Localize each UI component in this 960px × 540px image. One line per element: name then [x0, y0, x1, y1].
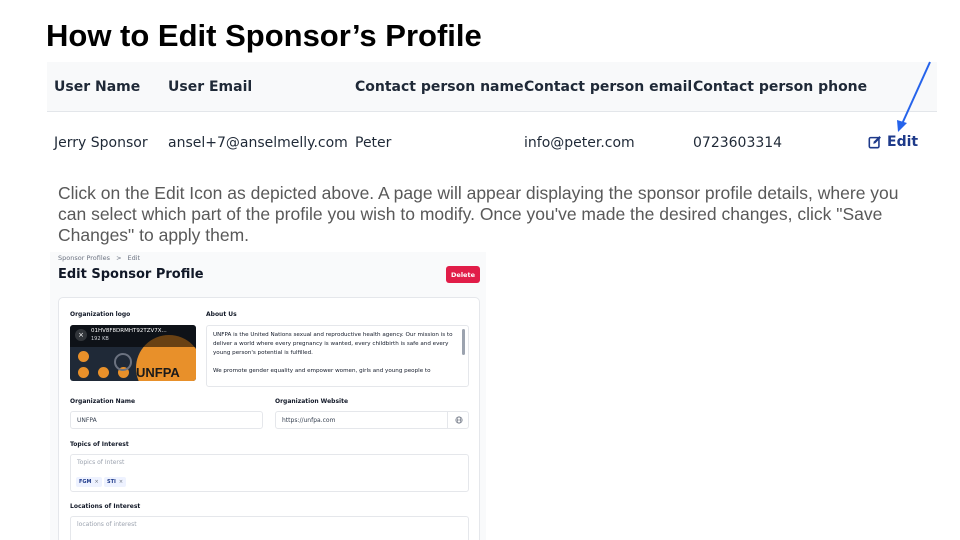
header-contact-email: Contact person email [524, 79, 693, 95]
org-name-value: UNFPA [77, 416, 97, 424]
org-name-input[interactable]: UNFPA [70, 411, 263, 429]
org-website-value: https://unfpa.com [282, 416, 336, 424]
header-user-email: User Email [168, 79, 253, 95]
un-emblem-icon [114, 353, 132, 371]
edit-icon [868, 136, 881, 149]
remove-chip-icon[interactable]: × [119, 479, 123, 485]
delete-button[interactable]: Delete [446, 266, 480, 283]
profile-form: Organization logo UNFPA × 01HV8F8DRMHT92… [58, 297, 480, 540]
slide-title: How to Edit Sponsor’s Profile [46, 18, 482, 53]
about-label: About Us [206, 311, 237, 318]
edit-profile-screenshot: Sponsor Profiles > Edit Edit Sponsor Pro… [50, 252, 486, 540]
instructions-text: Click on the Edit Icon as depicted above… [58, 183, 899, 245]
header-contact-name: Contact person name [355, 79, 524, 95]
logo-text: UNFPA [136, 365, 180, 380]
about-paragraph-2: We promote gender equality and empower w… [213, 368, 431, 374]
org-name-label: Organization Name [70, 398, 136, 405]
cell-user-name: Jerry Sponsor [54, 135, 148, 151]
globe-icon [447, 412, 469, 428]
topics-label: Topics of Interest [70, 441, 129, 448]
breadcrumb-separator-icon: > [116, 254, 122, 262]
breadcrumb: Sponsor Profiles > Edit [58, 254, 140, 262]
locations-label: Locations of Interest [70, 503, 141, 510]
cell-user-email: ansel+7@anselmelly.com [168, 135, 348, 151]
topic-chip-label: FGM [79, 479, 92, 485]
topics-input[interactable]: Topics of Interst FGM × STI × [70, 454, 469, 492]
org-website-input[interactable]: https://unfpa.com [275, 411, 469, 429]
about-textarea[interactable]: UNFPA is the United Nations sexual and r… [206, 325, 469, 387]
remove-chip-icon[interactable]: × [95, 479, 99, 485]
breadcrumb-current: Edit [127, 254, 141, 262]
topic-chip-label: STI [107, 479, 116, 485]
locations-placeholder: locations of interest [77, 521, 137, 528]
locations-input[interactable]: locations of interest [70, 516, 469, 540]
cell-contact-phone: 0723603314 [693, 135, 783, 151]
remove-logo-icon[interactable]: × [75, 329, 87, 341]
table-header: User Name User Email Contact person name… [47, 62, 937, 112]
cell-contact-name: Peter [355, 135, 392, 151]
breadcrumb-parent[interactable]: Sponsor Profiles [58, 254, 110, 262]
page-title: Edit Sponsor Profile [58, 267, 204, 282]
edit-button[interactable]: Edit [868, 134, 918, 150]
cell-contact-email: info@peter.com [524, 135, 635, 151]
about-scrollbar[interactable] [462, 329, 465, 355]
topics-placeholder: Topics of Interst [77, 459, 125, 466]
topic-chip-sti: STI × [104, 477, 127, 487]
logo-file-info: × 01HV8F8DRMHT92TZV7X... 192 KB [70, 325, 196, 347]
edit-label: Edit [887, 134, 919, 150]
about-paragraph-1: UNFPA is the United Nations sexual and r… [213, 332, 453, 356]
header-contact-phone: Contact person phone [693, 79, 868, 95]
header-user-name: User Name [54, 79, 141, 95]
org-website-label: Organization Website [275, 398, 349, 405]
logo-preview[interactable]: UNFPA × 01HV8F8DRMHT92TZV7X... 192 KB [70, 325, 196, 381]
logo-label: Organization logo [70, 311, 131, 318]
logo-file-size: 192 KB [91, 336, 109, 342]
sponsor-table: User Name User Email Contact person name… [47, 62, 937, 170]
pointer-arrow [897, 61, 931, 132]
logo-file-name: 01HV8F8DRMHT92TZV7X... [91, 328, 167, 334]
topic-chip-fgm: FGM × [76, 477, 102, 487]
